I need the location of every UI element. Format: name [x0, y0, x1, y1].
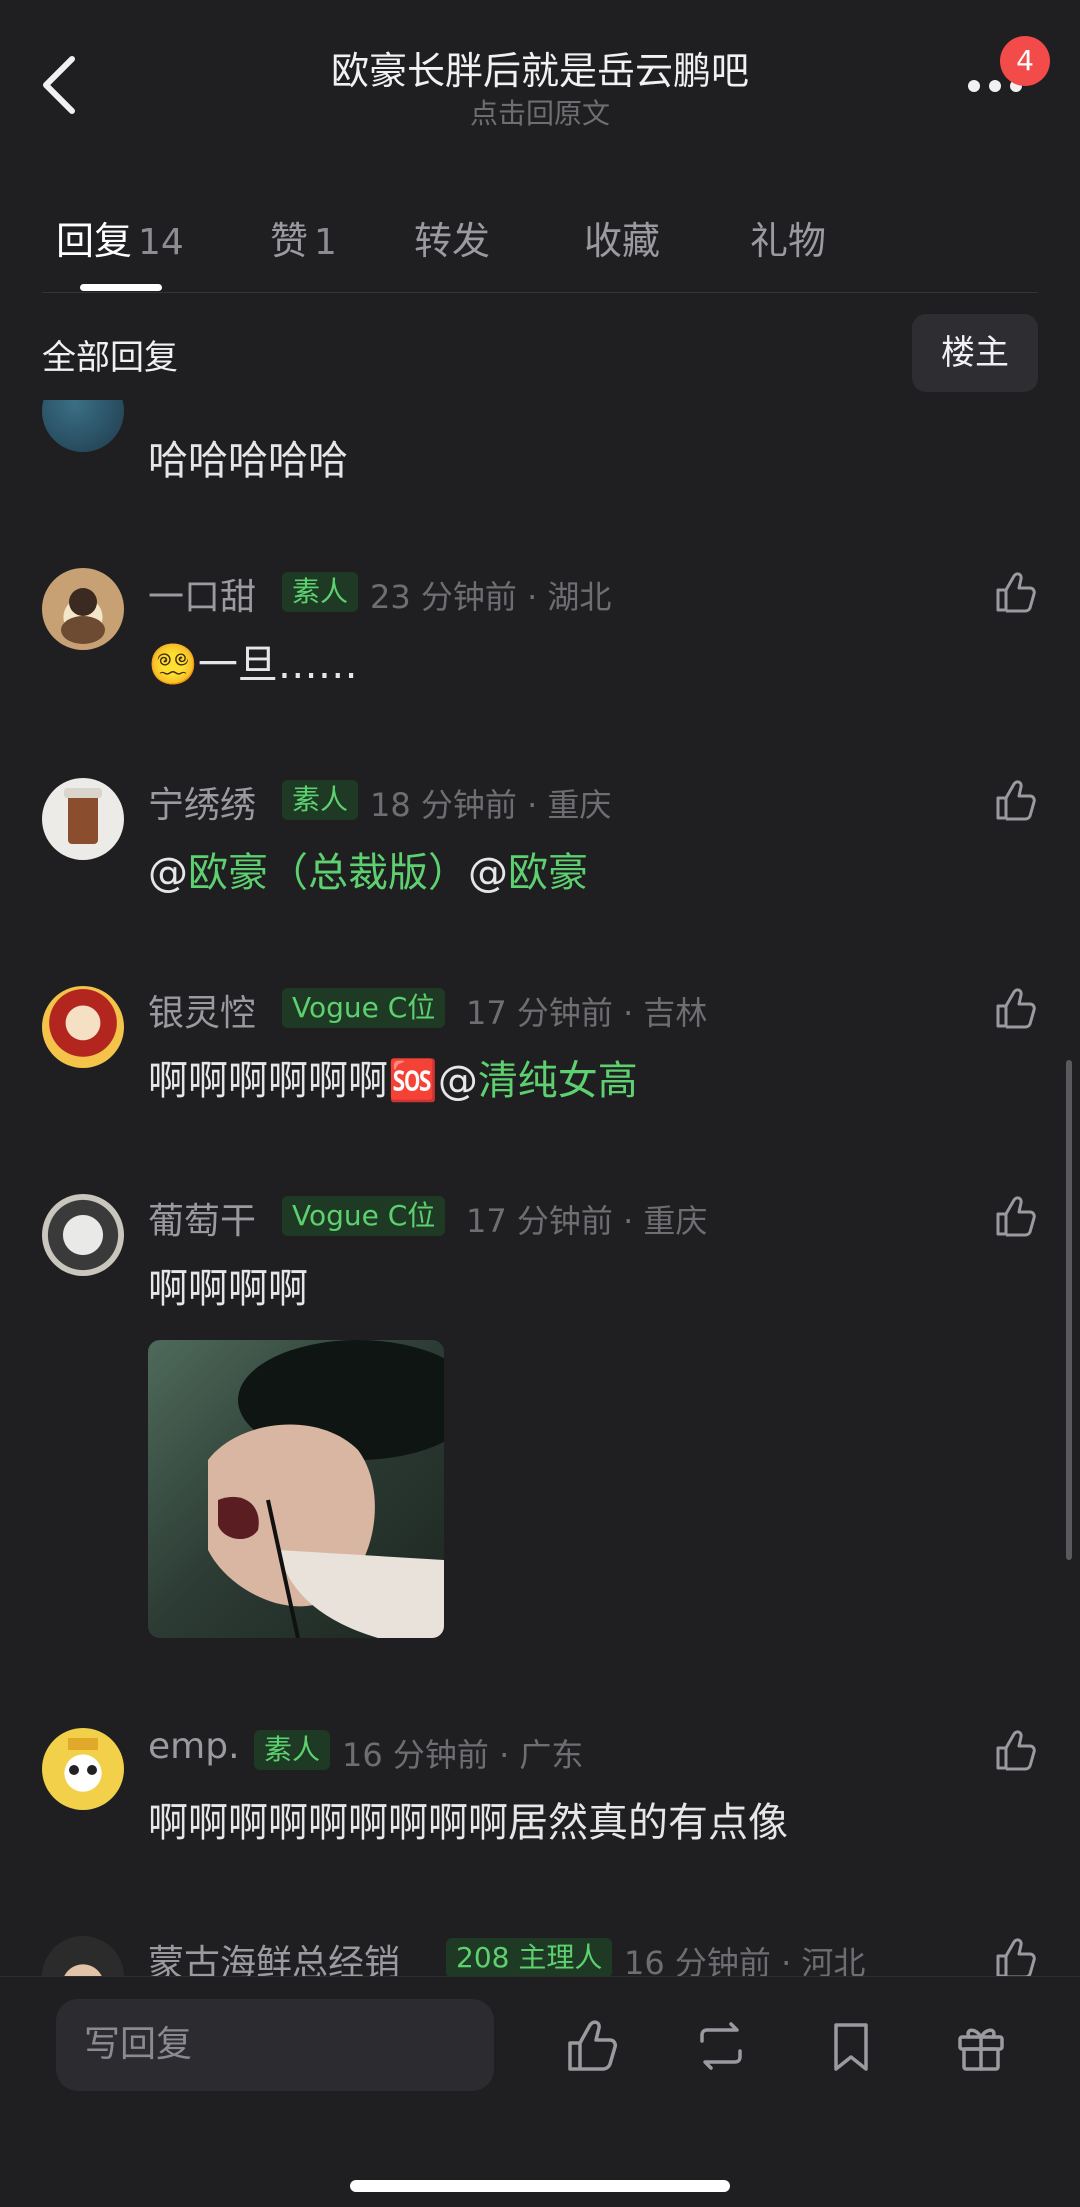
thumbs-up-icon[interactable] [992, 1934, 1040, 1976]
gift-icon[interactable] [952, 2017, 1010, 2075]
avatar-image [61, 588, 105, 644]
comment-username[interactable]: 蒙古海鲜总经销 [148, 1934, 400, 1976]
bookmark-icon[interactable] [822, 2017, 880, 2075]
bottom-action-bar: 写回复 [0, 1976, 1080, 2207]
user-badge: Vogue C位 [282, 1196, 446, 1236]
comment-username[interactable]: emp. [148, 1726, 240, 1767]
mention-link[interactable]: 欧豪 [508, 850, 588, 896]
comment-text: 哈哈哈哈哈 [148, 438, 348, 484]
comment-username[interactable]: 银灵悾 [148, 984, 256, 1036]
comment-text: 啊啊啊啊啊啊啊啊啊居然真的有点像 [148, 1800, 788, 1846]
scrollbar[interactable] [1066, 1060, 1072, 1560]
avatar[interactable] [42, 568, 124, 650]
tab-count: 14 [138, 222, 184, 263]
comment-meta: 23 分钟前 · 湖北 [370, 578, 612, 616]
avatar[interactable] [42, 1936, 124, 1976]
top-bar: 欧豪长胖后就是岳云鹏吧 点击回原文 4 [0, 0, 1080, 170]
active-tab-indicator [80, 284, 162, 291]
comment-meta: 16 分钟前 · 广东 [342, 1736, 584, 1774]
comment-image[interactable] [148, 1340, 444, 1638]
avatar[interactable] [42, 1728, 124, 1810]
page-title: 欧豪长胖后就是岳云鹏吧 [330, 49, 749, 93]
avatar[interactable] [42, 400, 124, 452]
tab-reposts[interactable]: 转发 [414, 210, 490, 265]
comment-text: 😵‍💫一旦…… [148, 642, 358, 688]
thumbs-up-icon[interactable] [992, 776, 1040, 824]
tab-gifts[interactable]: 礼物 [750, 210, 826, 265]
comment-username[interactable]: 葡萄干 [148, 1192, 256, 1244]
emoji-dizzy: 😵‍💫 [148, 642, 198, 688]
comment-username[interactable]: 宁绣绣 [148, 776, 256, 828]
owner-filter-button[interactable]: 楼主 [912, 314, 1038, 392]
image-content [208, 1340, 444, 1638]
tab-replies[interactable]: 回复 14 [56, 210, 184, 265]
comment-meta: 17 分钟前 · 吉林 [466, 994, 708, 1032]
tab-count: 1 [314, 222, 337, 263]
section-title: 全部回复 [42, 338, 178, 378]
comment-meta: 16 分钟前 · 河北 [624, 1944, 866, 1976]
thumbs-up-icon[interactable] [992, 568, 1040, 616]
mention-link[interactable]: 欧豪（总裁版） [188, 850, 468, 896]
user-badge: 素人 [282, 780, 359, 820]
comment-list[interactable]: 哈哈哈哈哈 一口甜 素人 23 分钟前 · 湖北 😵‍💫一旦…… 宁绣绣 素人 … [0, 400, 1080, 1976]
tab-favorites[interactable]: 收藏 [584, 210, 660, 265]
comment-text: 啊啊啊啊啊啊🆘@清纯女高 [148, 1058, 638, 1104]
avatar-image [68, 1738, 98, 1775]
comment-meta: 18 分钟前 · 重庆 [370, 786, 612, 824]
comment-text: 啊啊啊啊 [148, 1266, 308, 1312]
avatar[interactable] [42, 1194, 124, 1276]
view-original-link[interactable]: 点击回原文 [0, 92, 1080, 132]
thumbs-up-icon[interactable] [992, 984, 1040, 1032]
thumbs-up-icon[interactable] [992, 1726, 1040, 1774]
comment-text: @欧豪（总裁版）@欧豪 [148, 850, 588, 896]
avatar-image [64, 788, 102, 844]
repost-icon[interactable] [692, 2017, 750, 2075]
user-badge: 素人 [282, 572, 359, 612]
avatar[interactable] [42, 986, 124, 1068]
avatar[interactable] [42, 778, 124, 860]
comment-username[interactable]: 一口甜 [148, 568, 256, 620]
user-badge: Vogue C位 [282, 988, 446, 1028]
home-indicator[interactable] [350, 2180, 730, 2192]
thumbs-up-icon[interactable] [564, 2017, 622, 2075]
tab-likes[interactable]: 赞1 [270, 210, 337, 265]
user-badge: 208 主理人 [446, 1938, 613, 1976]
thumbs-up-icon[interactable] [992, 1192, 1040, 1240]
mention-link[interactable]: 清纯女高 [478, 1058, 638, 1104]
comment-meta: 17 分钟前 · 重庆 [466, 1202, 708, 1240]
user-badge: 素人 [254, 1730, 331, 1770]
divider [42, 292, 1038, 293]
notification-badge: 4 [1000, 36, 1050, 86]
tab-bar: 回复 14 赞1 转发 收藏 礼物 [0, 200, 1080, 292]
emoji-sos: 🆘 [388, 1058, 438, 1104]
reply-input[interactable]: 写回复 [56, 1999, 494, 2091]
